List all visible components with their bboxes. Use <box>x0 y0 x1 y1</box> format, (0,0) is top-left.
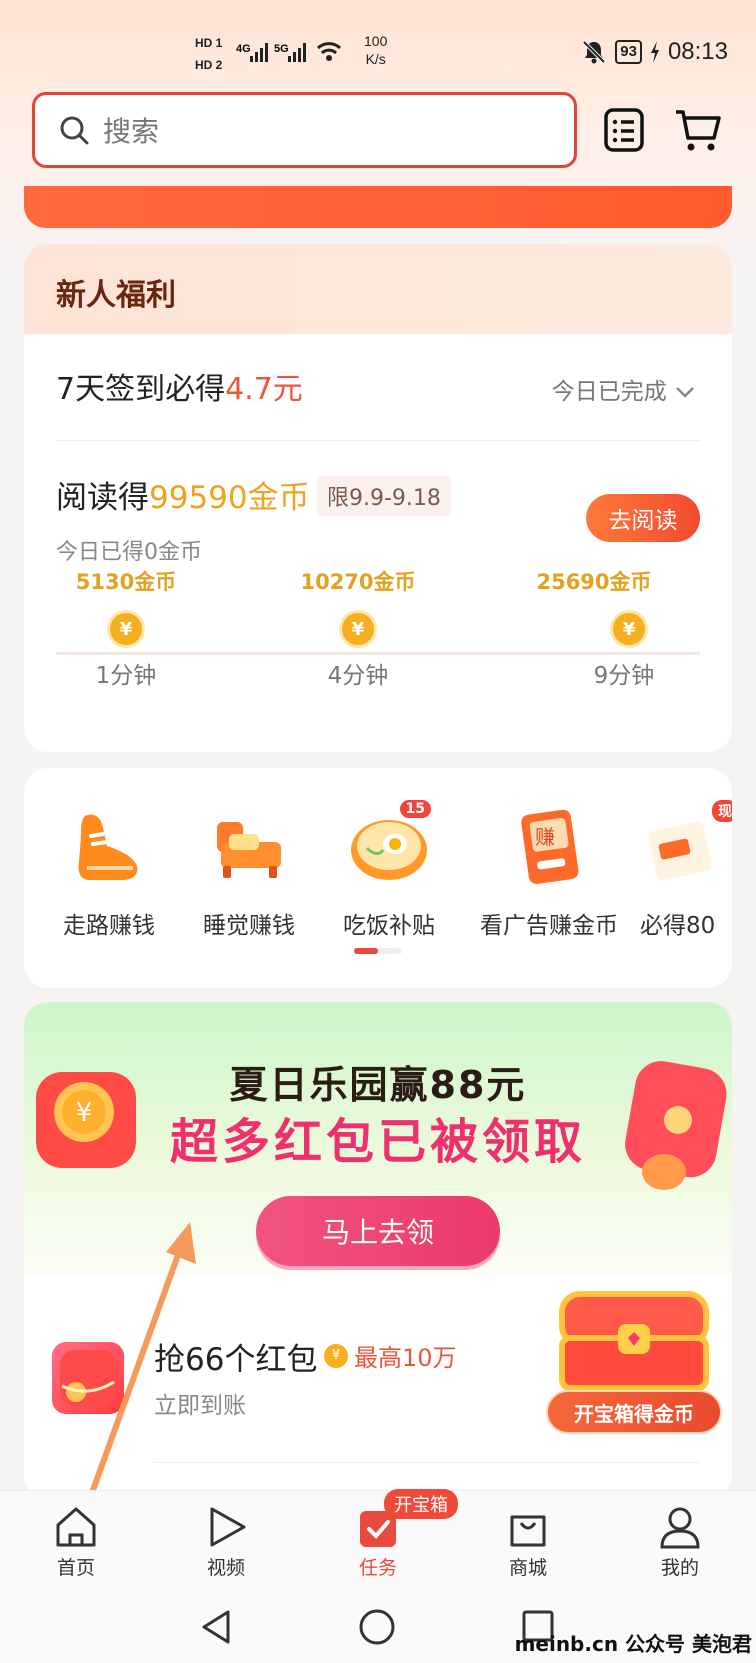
coin-icon: ¥ <box>324 1343 348 1368</box>
battery-indicator: 93 <box>615 40 642 64</box>
feature-shortcuts-card: 走路赚钱 睡觉赚钱 15 吃饭补贴 赚 看广告赚金币 现 必得80 <box>24 768 732 988</box>
tab-shop[interactable]: 商城 <box>478 1503 578 1580</box>
tab-label: 首页 <box>56 1557 95 1579</box>
go-read-button[interactable]: 去阅读 <box>586 494 700 542</box>
tab-tasks[interactable]: 任务 开宝箱 <box>328 1489 458 1580</box>
search-icon <box>60 116 89 145</box>
hd-indicator: HD 1 HD 2 <box>195 32 222 76</box>
sign-in-amount: 4.7元 <box>225 372 303 407</box>
feature-label: 吃饭补贴 <box>343 913 435 939</box>
feature-sleep[interactable]: 睡觉赚钱 <box>184 806 314 940</box>
hd2-label: HD 2 <box>195 58 223 72</box>
feature-meal[interactable]: 15 吃饭补贴 <box>324 798 454 940</box>
read-coins: 99590金币 <box>149 480 310 516</box>
coin-icon: ¥ <box>107 610 145 648</box>
open-chest-button[interactable]: 开宝箱得金币 <box>546 1390 722 1434</box>
limit-date-tag: 限9.9-9.18 <box>317 476 451 516</box>
banner-title: 夏日乐园赢88元 <box>229 1063 527 1107</box>
tab-label: 商城 <box>508 1557 547 1579</box>
cart-icon[interactable] <box>674 106 722 154</box>
signal1-label: 4G <box>236 43 251 55</box>
bottom-nav-bar: 首页 视频 任务 开宝箱 商城 我的 <box>0 1489 756 1590</box>
hd1-label: HD 1 <box>195 36 223 50</box>
read-prefix: 阅读得 <box>56 480 149 516</box>
ad-book-icon: 赚 <box>521 809 579 884</box>
milestone-1: 5130金币 ¥ 1分钟 <box>46 566 206 690</box>
arrow-annotation-icon <box>85 1222 196 1507</box>
feature-walk[interactable]: 走路赚钱 <box>44 806 174 940</box>
treasure-chest-icon[interactable] <box>552 1284 716 1394</box>
signal-strength-icon: 4G 5G <box>236 42 342 62</box>
speed-value: 100 <box>364 33 388 49</box>
sign-status-dropdown[interactable]: 今日已完成 <box>552 372 696 406</box>
milestone-time: 9分钟 <box>593 663 655 689</box>
tab-label: 我的 <box>660 1557 699 1579</box>
tab-profile[interactable]: 我的 <box>630 1503 730 1580</box>
claim-now-button[interactable]: 马上去领 <box>256 1196 500 1266</box>
mute-bell-icon <box>582 40 606 64</box>
charging-icon <box>650 41 659 63</box>
divider <box>56 440 700 441</box>
feature-watch-ads[interactable]: 赚 看广告赚金币 <box>464 806 634 940</box>
shoe-icon <box>78 814 138 880</box>
profile-icon <box>660 1507 700 1549</box>
milestone-time: 1分钟 <box>95 663 157 689</box>
banner-subtitle: 超多红包已被领取 <box>169 1114 586 1170</box>
feature-label: 看广告赚金币 <box>480 913 618 939</box>
tab-home[interactable]: 首页 <box>26 1503 126 1580</box>
list-icon[interactable] <box>600 106 648 154</box>
page-indicator <box>354 948 402 954</box>
meal-count-badge: 15 <box>397 798 433 820</box>
feature-label: 走路赚钱 <box>63 913 155 939</box>
sign-status-text: 今日已完成 <box>551 379 667 405</box>
signal-icons: 4G 5G <box>236 38 356 72</box>
red-packet-max-label: 最高10万 <box>354 1344 457 1372</box>
milestone-coins: 25690金币 <box>536 570 652 594</box>
divider <box>154 1462 700 1463</box>
feature-cash[interactable]: 现 必得80 <box>640 798 732 940</box>
coin-icon: ¥ <box>339 610 377 648</box>
ad-book-glyph: 赚 <box>535 825 555 849</box>
cash-badge: 现 <box>710 798 732 824</box>
search-placeholder: 搜索 <box>103 115 160 148</box>
newbie-welfare-card: 新人福利 7天签到必得4.7元 今日已完成 阅读得99590金币 限9.9-9.… <box>24 244 732 752</box>
milestone-coins: 10270金币 <box>300 570 416 594</box>
read-today-earned: 今日已得0金币 <box>56 540 202 565</box>
feature-label: 睡觉赚钱 <box>203 913 295 939</box>
coin-icon: ¥ <box>610 610 648 648</box>
home-circle-icon[interactable] <box>358 1608 396 1646</box>
network-speed: 100 K/s <box>364 32 387 68</box>
bed-icon <box>217 822 281 878</box>
tab-label: 视频 <box>206 1557 245 1579</box>
shop-bag-icon <box>510 1515 546 1547</box>
sign-in-row[interactable]: 7天签到必得4.7元 <box>56 364 303 408</box>
milestone-2: 10270金币 ¥ 4分钟 <box>278 566 438 690</box>
milestone-coins: 5130金币 <box>75 570 177 594</box>
red-packet-max: ¥ 最高10万 <box>324 1338 457 1373</box>
play-icon <box>210 1507 246 1547</box>
home-icon <box>56 1507 96 1547</box>
read-reward-title: 阅读得99590金币 <box>56 472 310 517</box>
watermark: meinb.cn 公众号 美泡君 <box>514 1632 752 1656</box>
tab-video[interactable]: 视频 <box>176 1503 276 1580</box>
milestone-time: 4分钟 <box>327 663 389 689</box>
sign-in-text: 7天签到必得 <box>56 372 226 407</box>
back-icon[interactable] <box>198 1608 234 1646</box>
search-box[interactable]: 搜索 <box>32 92 577 168</box>
chevron-down-icon <box>676 387 694 398</box>
speed-unit: K/s <box>365 51 386 67</box>
newbie-title: 新人福利 <box>24 244 732 334</box>
tab-label: 任务 <box>358 1557 397 1579</box>
clock: 08:13 <box>667 38 728 65</box>
milestone-3: 25690金币 ¥ 9分钟 <box>514 566 674 690</box>
open-chest-badge: 开宝箱 <box>384 1489 458 1519</box>
status-bar: HD 1 HD 2 4G 5G 100 K/s 93 08:13 <box>0 28 756 78</box>
signal2-label: 5G <box>274 43 289 55</box>
feature-label: 必得80 <box>640 913 716 939</box>
promo-banner-edge[interactable] <box>24 186 732 228</box>
